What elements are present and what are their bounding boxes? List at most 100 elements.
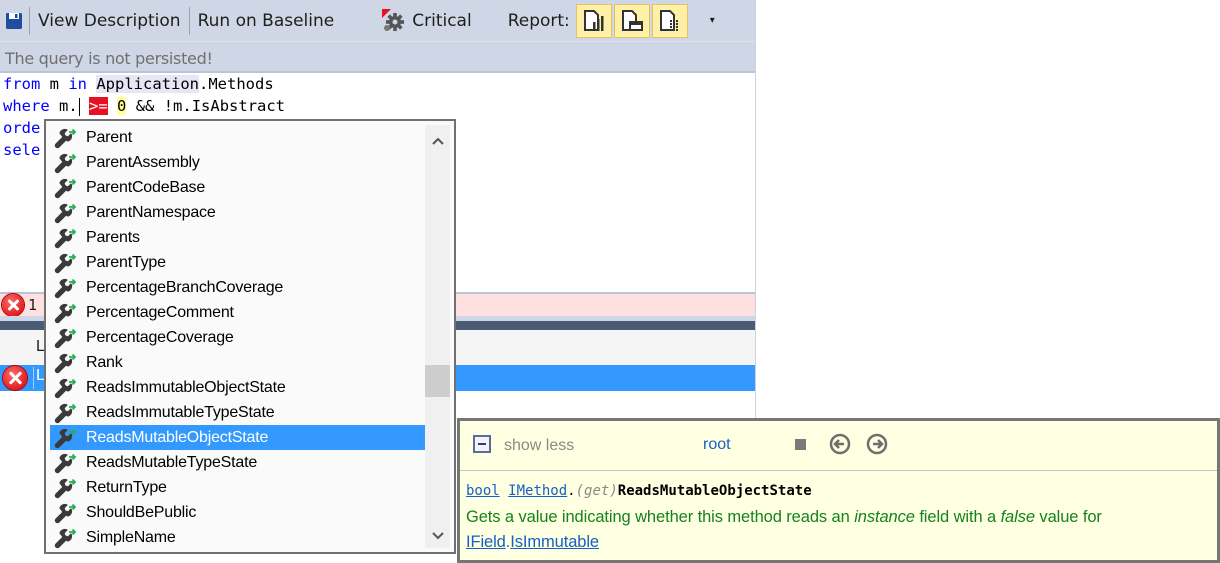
completion-item-label: ReturnType: [86, 478, 167, 496]
type-link[interactable]: bool: [466, 483, 500, 499]
code-text: .Methods: [199, 75, 274, 93]
property-wrench-icon: [52, 327, 78, 349]
documentation-tooltip: show less root bool IMethod.(get)ReadsMu…: [457, 418, 1220, 563]
report-window-button[interactable]: [613, 3, 650, 38]
property-wrench-icon: [52, 127, 78, 149]
completion-item-label: ReadsMutableTypeState: [86, 453, 258, 471]
toolbar: View Description Run on Baseline Critica…: [0, 0, 755, 42]
tooltip-header: show less root: [460, 421, 1217, 471]
member-name: ReadsMutableObjectState: [617, 483, 812, 499]
keyword: in: [68, 75, 87, 93]
scroll-thumb[interactable]: [425, 365, 450, 397]
stop-icon[interactable]: [795, 439, 806, 450]
property-wrench-icon: [52, 402, 78, 424]
error-icon: [2, 294, 24, 316]
chevron-down-icon: [431, 532, 444, 540]
property-wrench-icon: [52, 152, 78, 174]
completion-item[interactable]: ParentAssembly: [50, 150, 426, 175]
completion-item-label: ParentCodeBase: [86, 178, 206, 196]
completion-item[interactable]: Rank: [50, 350, 426, 375]
report-chart-button[interactable]: [575, 3, 612, 38]
property-wrench-icon: [52, 352, 78, 374]
completion-item[interactable]: Parents: [50, 225, 426, 250]
critical-label: Critical: [412, 10, 472, 31]
completion-item[interactable]: SimpleName: [50, 525, 426, 550]
property-wrench-icon: [52, 277, 78, 299]
completion-item[interactable]: ParentType: [50, 250, 426, 275]
member-description: Gets a value indicating whether this met…: [466, 505, 1206, 555]
completion-item[interactable]: ReadsImmutableObjectState: [50, 375, 426, 400]
property-wrench-icon: [52, 502, 78, 524]
scroll-down-button[interactable]: [425, 524, 450, 548]
completion-item[interactable]: Parent: [50, 125, 426, 150]
completion-item-label: Parent: [86, 128, 132, 146]
keyword: from: [3, 75, 41, 93]
chevron-up-icon: [431, 137, 444, 145]
completion-item-label: PercentageCoverage: [86, 328, 234, 346]
property-wrench-icon: [52, 452, 78, 474]
desc-text: field with a: [914, 508, 1001, 526]
keyword: where: [3, 97, 50, 115]
report-window-icon: [621, 9, 643, 31]
toolbar-overflow-button[interactable]: ▾: [710, 15, 715, 26]
completion-item-label: ReadsMutableObjectState: [86, 428, 269, 446]
report-chart-icon: [583, 9, 604, 31]
forward-arrow-icon[interactable]: [866, 433, 888, 455]
completion-item-label: PercentageBranchCoverage: [86, 278, 284, 296]
root-link[interactable]: root: [703, 436, 731, 454]
completion-item-label: ParentAssembly: [86, 153, 200, 171]
completion-item-label: SimpleName: [86, 528, 176, 546]
signature-dot: .: [567, 483, 576, 499]
completion-item-label: ParentType: [86, 253, 166, 271]
completion-item[interactable]: PercentageComment: [50, 300, 426, 325]
view-description-button[interactable]: View Description: [30, 6, 189, 36]
property-wrench-icon: [52, 377, 78, 399]
code-text: && !m.IsAbstract: [126, 97, 286, 115]
completion-item-label: Rank: [86, 353, 123, 371]
completion-item[interactable]: ReturnType: [50, 475, 426, 500]
completion-item[interactable]: PercentageBranchCoverage: [50, 275, 426, 300]
completion-item[interactable]: ReadsImmutableTypeState: [50, 400, 426, 425]
completion-item[interactable]: ParentCodeBase: [50, 175, 426, 200]
gear-critical-icon: [382, 8, 406, 33]
member-signature: bool IMethod.(get)ReadsMutableObjectStat…: [466, 483, 812, 499]
completion-item[interactable]: ReadsMutableObjectState: [50, 425, 426, 450]
property-wrench-icon: [52, 252, 78, 274]
text-caret: [78, 97, 80, 116]
error-token: >=: [89, 97, 108, 115]
run-on-baseline-button[interactable]: Run on Baseline: [190, 6, 343, 36]
property-wrench-icon: [52, 302, 78, 324]
report-grid-icon: [659, 9, 678, 31]
code-line: where m. >= 0 && !m.IsAbstract: [3, 95, 758, 117]
back-arrow-icon[interactable]: [829, 433, 851, 455]
completion-item[interactable]: PercentageCoverage: [50, 325, 426, 350]
property-wrench-icon: [52, 477, 78, 499]
completion-item-label: Parents: [86, 228, 140, 246]
property-wrench-icon: [52, 427, 78, 449]
report-grid-button[interactable]: [651, 3, 688, 38]
owner-link[interactable]: IMethod: [508, 483, 567, 499]
property-wrench-icon: [52, 177, 78, 199]
scroll-up-button[interactable]: [425, 129, 450, 153]
completion-item[interactable]: ReadsMutableTypeState: [50, 450, 426, 475]
code-identifier: Application: [96, 75, 199, 93]
completion-item[interactable]: ParentNamespace: [50, 200, 426, 225]
completion-scrollbar[interactable]: [425, 125, 450, 548]
desc-emphasis: false: [1000, 508, 1035, 526]
code-text: m: [40, 75, 69, 93]
collapse-icon[interactable]: [473, 435, 491, 453]
property-wrench-icon: [52, 202, 78, 224]
save-icon[interactable]: [5, 12, 23, 30]
completion-item-label: ReadsImmutableTypeState: [86, 403, 275, 421]
completion-item-label: ShouldBePublic: [86, 503, 197, 521]
completion-item-label: ReadsImmutableObjectState: [86, 378, 286, 396]
status-message: The query is not persisted!: [0, 42, 755, 73]
ifield-link[interactable]: IField: [466, 533, 506, 551]
critical-button[interactable]: Critical: [374, 6, 479, 36]
completion-item[interactable]: ShouldBePublic: [50, 500, 426, 525]
desc-emphasis: instance: [854, 508, 915, 526]
isimmutable-link[interactable]: IsImmutable: [510, 533, 599, 551]
show-less-link[interactable]: show less: [504, 437, 574, 455]
desc-text: value for: [1034, 508, 1102, 526]
